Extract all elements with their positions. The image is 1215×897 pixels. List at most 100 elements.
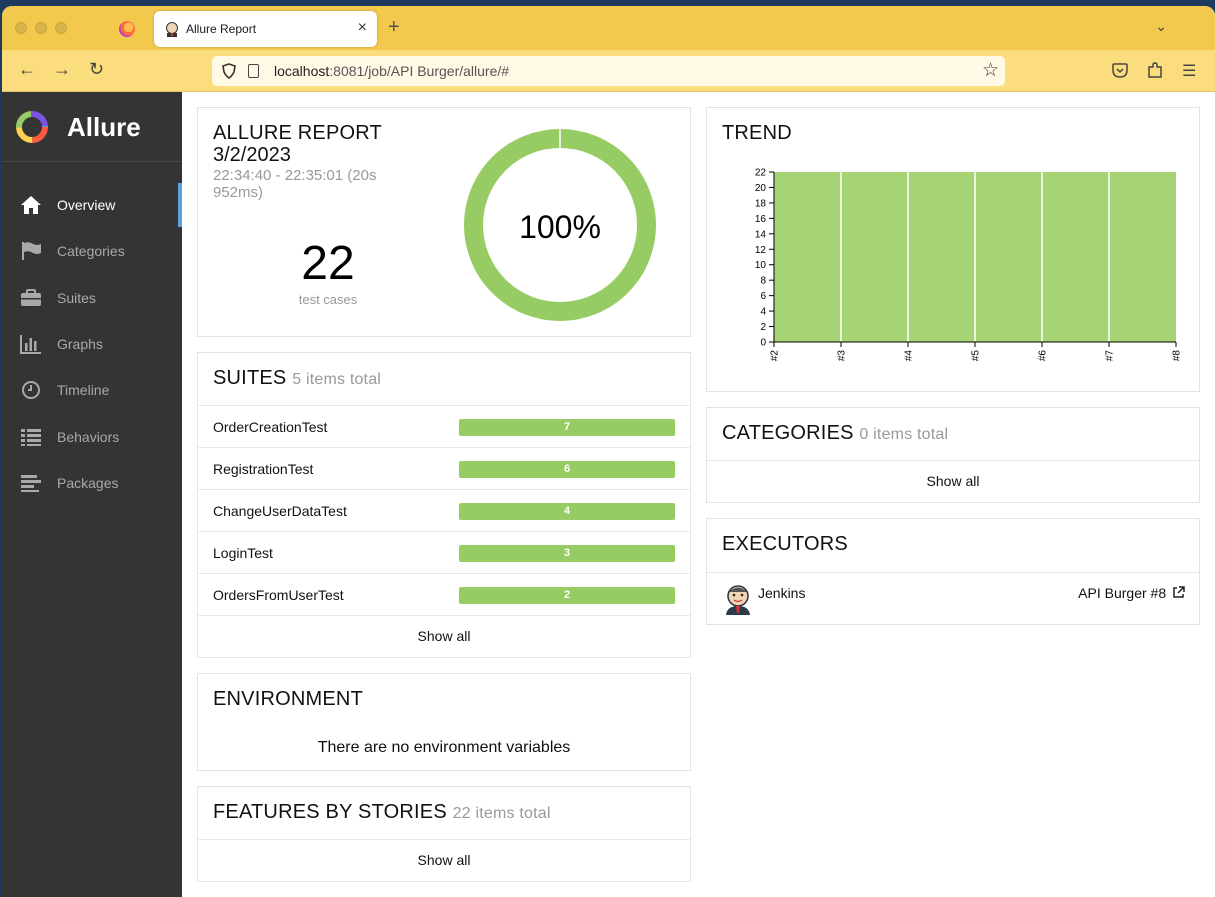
trend-x-tick-label: #3 — [837, 350, 848, 362]
summary-date: 3/2/2023 — [213, 144, 291, 166]
external-link-icon — [1173, 586, 1185, 598]
tab-close-icon[interactable]: × — [358, 19, 367, 37]
suite-name: OrdersFromUserTest — [213, 587, 344, 603]
trend-widget: TREND 0 2 4 6 8 10 12 14 16 18 20 22 #2 #3 #4 #5 #6 #7 #8 — [706, 107, 1200, 392]
test-case-count-label: test cases — [298, 292, 358, 307]
table-row[interactable]: OrderCreationTest 7 — [198, 405, 690, 447]
jenkins-icon — [166, 22, 178, 37]
sidebar-item-label: Behaviors — [57, 429, 120, 445]
features-title: FEATURES BY STORIES 22 items total — [213, 801, 551, 824]
trend-x-tick-label: #7 — [1105, 350, 1116, 362]
app-menu-icon[interactable]: ☰ — [1182, 61, 1196, 81]
test-case-count: 22 — [301, 237, 355, 290]
allure-logo-icon — [16, 111, 48, 143]
brand[interactable]: Allure — [2, 92, 182, 162]
bar-chart-icon — [20, 335, 41, 354]
suite-count-bar: 7 — [459, 419, 675, 436]
summary-title: ALLURE REPORT — [213, 122, 382, 144]
puzzle-icon[interactable] — [1147, 62, 1163, 79]
briefcase-icon — [21, 289, 41, 306]
suite-name: LoginTest — [213, 545, 273, 561]
trend-y-tick-label: 12 — [755, 245, 767, 256]
trend-y-tick-label: 20 — [755, 183, 767, 194]
environment-title: ENVIRONMENT — [213, 688, 363, 710]
trend-y-tick-label: 10 — [755, 260, 767, 271]
suite-name: OrderCreationTest — [213, 419, 328, 435]
zoom-window-button[interactable] — [55, 22, 67, 34]
trend-chart[interactable]: 0 2 4 6 8 10 12 14 16 18 20 22 #2 #3 #4 #5 #6 #7 #8 — [729, 164, 1189, 374]
sidebar-item-suites[interactable]: Suites — [2, 276, 182, 320]
url-path: :8081/job/API Burger/allure/# — [329, 63, 510, 79]
back-button[interactable]: ← — [18, 59, 36, 80]
new-tab-button[interactable]: + — [388, 16, 400, 39]
features-heading: FEATURES BY STORIES — [213, 801, 447, 823]
address-bar[interactable]: localhost:8081/job/API Burger/allure/# ☆ — [212, 56, 1005, 86]
suites-show-all-button[interactable]: Show all — [198, 615, 690, 657]
trend-x-tick-label: #4 — [904, 350, 915, 362]
sidebar-item-overview[interactable]: Overview — [2, 183, 182, 227]
minimize-window-button[interactable] — [35, 22, 47, 34]
suite-name: RegistrationTest — [213, 461, 314, 477]
tab-title: Allure Report — [186, 22, 257, 36]
trend-y-tick-label: 0 — [760, 338, 766, 349]
close-window-button[interactable] — [15, 22, 27, 34]
pocket-icon[interactable] — [1112, 63, 1128, 78]
environment-empty-message: There are no environment variables — [317, 739, 571, 756]
suites-title: SUITES 5 items total — [213, 367, 381, 390]
forward-button[interactable]: → — [53, 59, 71, 80]
executor-row[interactable]: Jenkins API Burger #8 — [707, 572, 1199, 624]
table-row[interactable]: ChangeUserDataTest 4 — [198, 489, 690, 531]
suite-count-bar: 3 — [459, 545, 675, 562]
table-row[interactable]: RegistrationTest 6 — [198, 447, 690, 489]
trend-title: TREND — [722, 122, 792, 144]
sidebar: Allure Overview Categories Suites Graphs… — [2, 92, 182, 897]
home-icon — [21, 196, 41, 214]
summary-time-range: 22:34:40 - 22:35:01 (20s 952ms) — [213, 167, 377, 201]
executors-title: EXECUTORS — [722, 533, 848, 555]
browser-window: Allure Report × + ⌄ ← → ↻ localhost:8081… — [2, 6, 1215, 897]
bookmark-star-icon[interactable]: ☆ — [982, 59, 999, 82]
trend-x-tick-label: #2 — [770, 350, 781, 362]
sidebar-item-timeline[interactable]: Timeline — [2, 368, 182, 412]
align-left-icon — [21, 475, 41, 492]
flag-icon — [22, 242, 41, 260]
categories-heading: CATEGORIES — [722, 422, 854, 444]
categories-show-all-button[interactable]: Show all — [707, 460, 1199, 502]
trend-x-tick-label: #5 — [971, 350, 982, 362]
status-donut-chart[interactable]: 100% — [463, 128, 657, 322]
suites-widget: SUITES 5 items total OrderCreationTest 7… — [197, 352, 691, 658]
executor-name: Jenkins — [758, 585, 806, 601]
url-host: localhost — [274, 63, 330, 79]
trend-y-tick-label: 22 — [755, 168, 767, 179]
trend-y-tick-label: 2 — [760, 322, 766, 333]
trend-x-tick-label: #8 — [1172, 350, 1183, 362]
shield-icon[interactable] — [222, 63, 236, 79]
trend-y-tick-label: 6 — [760, 291, 766, 302]
firefox-view-icon[interactable] — [119, 21, 135, 37]
sidebar-item-packages[interactable]: Packages — [2, 461, 182, 505]
list-icon — [21, 429, 41, 446]
executor-build-link[interactable]: API Burger #8 — [1078, 585, 1185, 601]
categories-total: 0 items total — [859, 426, 949, 443]
suite-count-bar: 4 — [459, 503, 675, 520]
trend-x-tick-label: #6 — [1038, 350, 1049, 362]
suites-heading: SUITES — [213, 367, 287, 389]
suite-count-bar: 6 — [459, 461, 675, 478]
sidebar-item-categories[interactable]: Categories — [2, 229, 182, 273]
sidebar-item-label: Packages — [57, 475, 119, 491]
categories-title: CATEGORIES 0 items total — [722, 422, 948, 445]
sidebar-item-behaviors[interactable]: Behaviors — [2, 415, 182, 459]
table-row[interactable]: LoginTest 3 — [198, 531, 690, 573]
features-show-all-button[interactable]: Show all — [198, 839, 690, 881]
suite-name: ChangeUserDataTest — [213, 503, 347, 519]
table-row[interactable]: OrdersFromUserTest 2 — [198, 573, 690, 615]
pass-rate-label: 100% — [519, 209, 601, 245]
page-icon — [248, 64, 259, 78]
reload-button[interactable]: ↻ — [89, 59, 104, 80]
url-text[interactable]: localhost:8081/job/API Burger/allure/# — [274, 63, 509, 79]
list-all-tabs-icon[interactable]: ⌄ — [1155, 18, 1167, 35]
clock-icon — [22, 381, 40, 399]
trend-y-tick-label: 4 — [760, 307, 766, 318]
sidebar-item-graphs[interactable]: Graphs — [2, 322, 182, 366]
tab-allure-report[interactable]: Allure Report × — [154, 11, 377, 47]
